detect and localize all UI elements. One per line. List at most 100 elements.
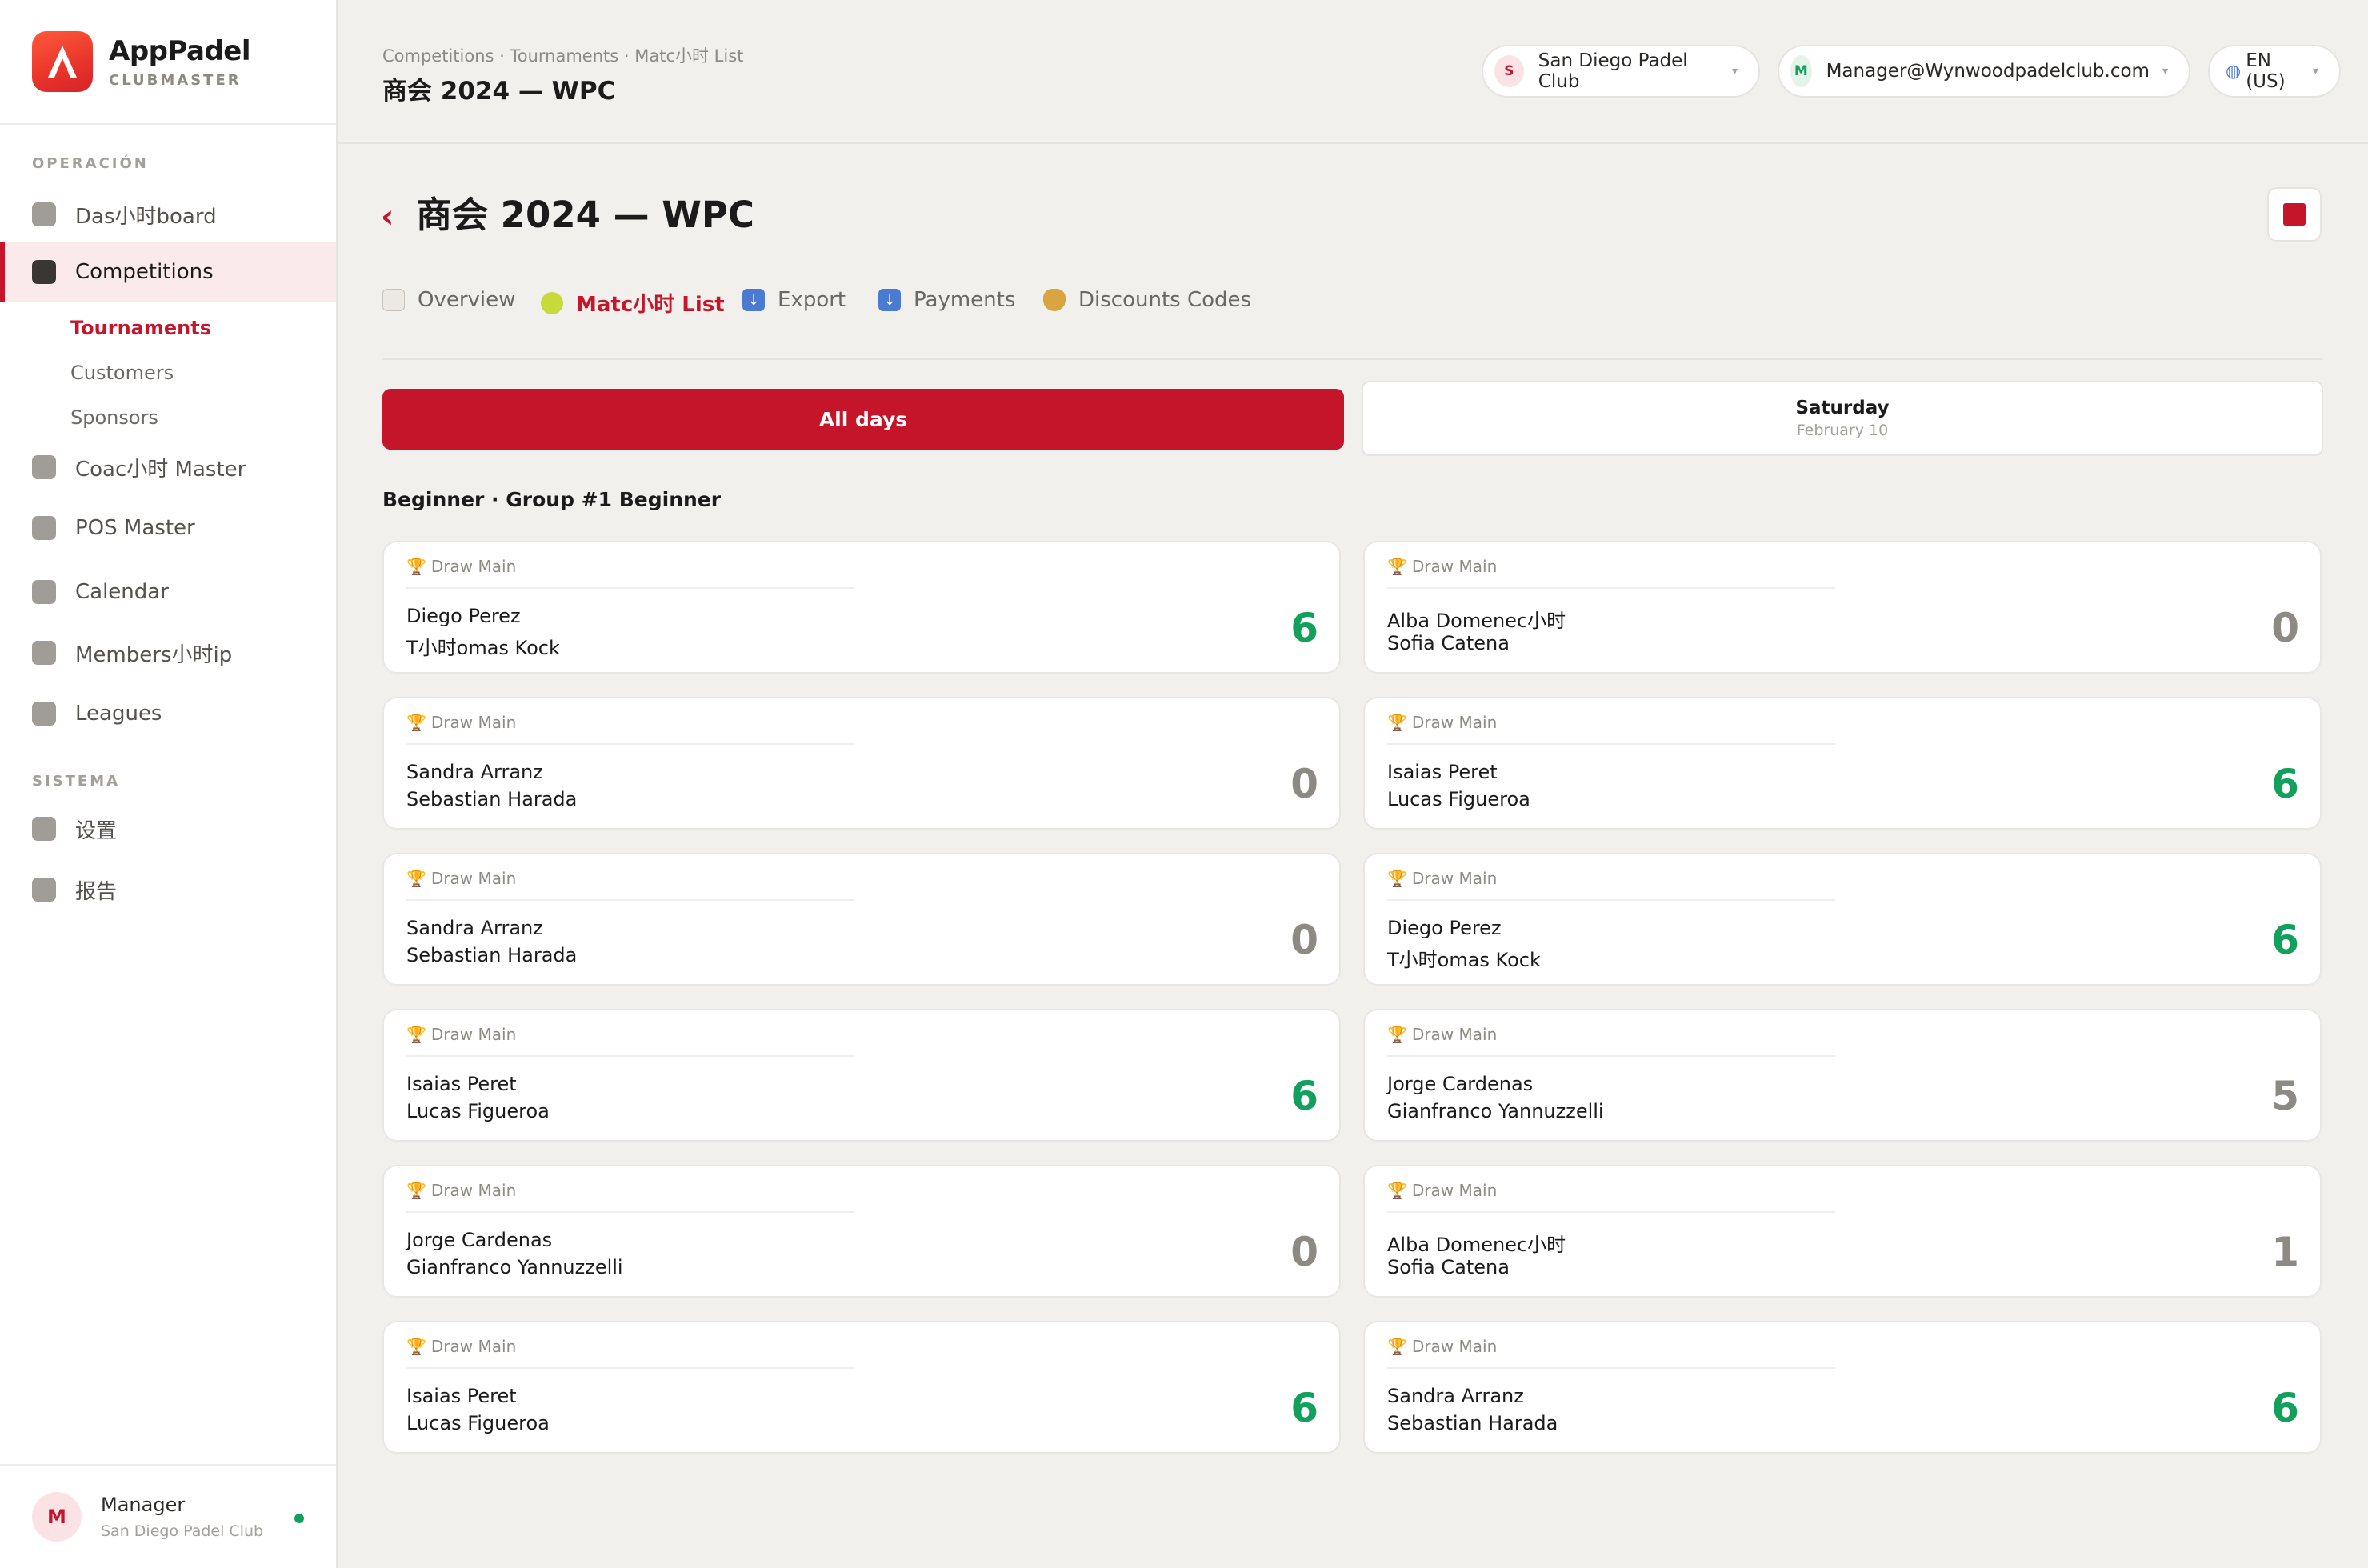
chevron-down-icon: ▾ — [2162, 65, 2168, 78]
membership-icon — [32, 641, 56, 665]
player-2: Gianfranco Yannuzzelli — [406, 1256, 623, 1278]
draw-label: Draw Main — [430, 869, 517, 888]
match-card[interactable]: 🏆 Draw Main Diego Perez T小时omas Kock 6 — [382, 541, 1341, 674]
match-score: 6 — [2271, 761, 2299, 807]
trophy-icon: 🏆 — [1387, 557, 1407, 576]
user-selector[interactable]: M Manager@Wynwoodpadelclub.com ▾ — [1778, 45, 2190, 98]
all-days-button[interactable]: All days — [382, 389, 1344, 450]
sidebar-item-label: Members小时ip — [75, 642, 233, 667]
calendar-icon — [382, 289, 405, 311]
club-selector[interactable]: S San Diego Padel Club ▾ — [1482, 45, 1760, 98]
player-1: Alba Domenec小时 — [1387, 1234, 1566, 1256]
sidebar-item-label: Leagues — [75, 702, 162, 726]
sidebar-item-label: Calendar — [75, 580, 169, 604]
tab-discount-codes[interactable]: Discounts Codes — [1043, 288, 1251, 312]
player-1: Isaias Peret — [406, 1385, 517, 1407]
draw-label: Draw Main — [430, 1025, 517, 1044]
sidebar-item-coach-master[interactable]: Coac小时 Master — [0, 437, 336, 498]
back-arrow-icon[interactable]: ‹ — [381, 198, 394, 235]
trophy-icon: 🏆 — [406, 869, 426, 888]
sidebar: AppPadel CLUBMASTER OPERACIÓN Das小时board… — [0, 0, 338, 1568]
tab-match-list[interactable]: Matc小时 List — [541, 288, 725, 318]
trophy-icon: 🏆 — [406, 1337, 426, 1356]
sidebar-subitem-tournaments[interactable]: Tournaments — [70, 317, 211, 339]
match-score: 5 — [2271, 1073, 2299, 1119]
match-card[interactable]: 🏆 Draw Main Isaias Peret Lucas Figueroa 6 — [382, 1009, 1341, 1142]
player-2: T小时omas Kock — [1387, 949, 1541, 971]
player-2: T小时omas Kock — [406, 637, 560, 659]
chevron-down-icon: ▾ — [2312, 65, 2318, 78]
match-card[interactable]: 🏆 Draw Main Jorge Cardenas Gianfranco Yan… — [1363, 1009, 2322, 1142]
breadcrumb[interactable]: Competitions · Tournaments · Matc小时 List — [382, 43, 743, 67]
trophy-icon: 🏆 — [406, 713, 426, 732]
match-card[interactable]: 🏆 Draw Main Alba Domenec小时 Sofia Catena 1 — [1363, 1165, 2322, 1298]
tab-export[interactable]: ↓ Export — [742, 288, 846, 312]
match-score: 0 — [1290, 1229, 1318, 1275]
avatar: M — [32, 1492, 82, 1542]
draw-label: Draw Main — [430, 1337, 517, 1356]
sidebar-item-label: 报告 — [75, 879, 118, 904]
calendar-icon — [32, 580, 56, 604]
player-1: Alba Domenec小时 — [1387, 610, 1566, 632]
match-card[interactable]: 🏆 Draw Main Diego Perez T小时omas Kock 6 — [1363, 853, 2322, 986]
match-card[interactable]: 🏆 Draw Main Sandra Arranz Sebastian Harad… — [1363, 1321, 2322, 1454]
sidebar-item-settings[interactable]: 设置 — [0, 798, 336, 859]
sidebar-item-pos-master[interactable]: POS Master — [0, 498, 336, 558]
profile-club: San Diego Padel Club — [101, 1522, 264, 1540]
globe-icon: ◍ — [2226, 61, 2242, 82]
draw-label: Draw Main — [430, 1181, 517, 1200]
sidebar-item-reports[interactable]: 报告 — [0, 859, 336, 920]
sidebar-subitem-customers[interactable]: Customers — [70, 362, 174, 384]
trophy-icon: 🏆 — [406, 1181, 426, 1200]
match-card[interactable]: 🏆 Draw Main Sandra Arranz Sebastian Harad… — [382, 697, 1341, 830]
stop-icon — [2283, 203, 2306, 226]
match-card[interactable]: 🏆 Draw Main Isaias Peret Lucas Figueroa 6 — [1363, 697, 2322, 830]
sidebar-item-competitions[interactable]: Competitions — [0, 242, 336, 302]
sidebar-item-label: 设置 — [75, 818, 118, 843]
trophy-icon: 🏆 — [1387, 869, 1407, 888]
section-sistema: SISTEMA — [32, 773, 121, 790]
download-icon: ↓ — [878, 289, 901, 311]
language-selector[interactable]: ◍ EN (US) ▾ — [2208, 45, 2341, 98]
match-card[interactable]: 🏆 Draw Main Jorge Cardenas Gianfranco Yan… — [382, 1165, 1341, 1298]
tab-payments[interactable]: ↓ Payments — [878, 288, 1015, 312]
sidebar-item-calendar[interactable]: Calendar — [0, 562, 336, 622]
sidebar-item-dashboard[interactable]: Das小时board — [0, 184, 336, 245]
tab-overview[interactable]: Overview — [382, 288, 515, 312]
tab-label: Payments — [914, 288, 1016, 312]
section-operacion: OPERACIÓN — [32, 155, 149, 172]
dashboard-icon — [32, 202, 56, 226]
match-card[interactable]: 🏆 Draw Main Sandra Arranz Sebastian Harad… — [382, 853, 1341, 986]
player-1: Isaias Peret — [1387, 761, 1498, 783]
trophy-icon: 🏆 — [1387, 1181, 1407, 1200]
sidebar-item-leagues[interactable]: Leagues — [0, 683, 336, 744]
match-card[interactable]: 🏆 Draw Main Isaias Peret Lucas Figueroa 6 — [382, 1321, 1341, 1454]
settings-icon — [32, 817, 56, 841]
saturday-button[interactable]: Saturday February 10 — [1362, 381, 2323, 456]
day-date: February 10 — [1796, 422, 1889, 439]
brand-sub: CLUBMASTER — [109, 71, 242, 89]
trophy-icon: 🏆 — [1387, 713, 1407, 732]
match-score: 0 — [1290, 761, 1318, 807]
tab-label: Discounts Codes — [1078, 288, 1252, 312]
profile-name: Manager — [101, 1494, 186, 1516]
player-2: Lucas Figueroa — [1387, 788, 1530, 810]
player-2: Sofia Catena — [1387, 1256, 1510, 1278]
draw-label: Draw Main — [430, 557, 517, 576]
trophy-icon: 🏆 — [1387, 1337, 1407, 1356]
player-1: Jorge Cardenas — [406, 1229, 553, 1251]
draw-label: Draw Main — [1411, 1337, 1498, 1356]
pos-icon — [32, 516, 56, 540]
sidebar-item-label: Competitions — [75, 260, 214, 284]
user-profile[interactable]: M Manager San Diego Padel Club — [0, 1464, 336, 1568]
sidebar-subitem-sponsors[interactable]: Sponsors — [70, 406, 158, 429]
download-icon: ↓ — [742, 289, 765, 311]
match-card[interactable]: 🏆 Draw Main Alba Domenec小时 Sofia Catena 0 — [1363, 541, 2322, 674]
player-2: Gianfranco Yannuzzelli — [1387, 1100, 1604, 1122]
draw-label: Draw Main — [430, 713, 517, 732]
sidebar-item-membership[interactable]: Members小时ip — [0, 622, 336, 683]
brand[interactable]: AppPadel CLUBMASTER — [0, 0, 336, 125]
online-status-icon — [294, 1514, 304, 1523]
stop-button[interactable] — [2267, 187, 2322, 242]
tab-label: Overview — [418, 288, 516, 312]
